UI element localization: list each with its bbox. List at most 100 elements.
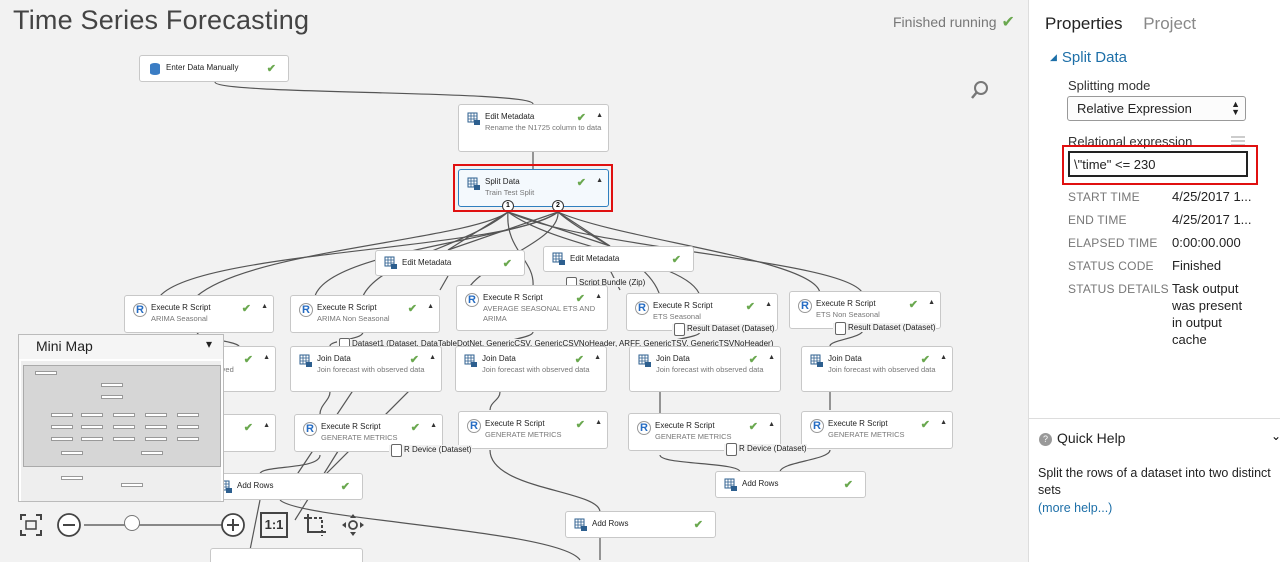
caret-up-icon[interactable]: ▲ bbox=[429, 354, 436, 361]
module-title: Execute R Script bbox=[816, 299, 876, 308]
module-partial[interactable] bbox=[210, 548, 363, 562]
caret-up-icon[interactable]: ▲ bbox=[768, 421, 775, 428]
check-icon: ✔ bbox=[575, 419, 585, 431]
caret-up-icon[interactable]: ▲ bbox=[594, 354, 601, 361]
r-logo-icon: R bbox=[299, 303, 313, 317]
caret-up-icon[interactable]: ▲ bbox=[595, 293, 602, 300]
check-icon: ✔ bbox=[241, 303, 251, 315]
actual-size-button[interactable]: 1:1 bbox=[260, 512, 288, 538]
module-r-average[interactable]: R Execute R Script AVERAGE SEASONAL ETS … bbox=[456, 285, 608, 331]
module-add-rows[interactable]: Add Rows ✔ bbox=[210, 473, 363, 500]
check-icon: ✔ bbox=[843, 479, 853, 491]
collapse-triangle-icon[interactable]: ◢ bbox=[1050, 52, 1057, 62]
module-r-arima-non-seasonal[interactable]: R Execute R Script ARIMA Non Seasonal ✔ … bbox=[290, 295, 440, 333]
module-edit-metadata[interactable]: Edit Metadata Rename the N1725 column to… bbox=[458, 104, 609, 152]
module-edit-metadata[interactable]: Edit Metadata ✔ bbox=[543, 246, 694, 272]
check-icon: ✔ bbox=[920, 354, 930, 366]
caret-up-icon[interactable]: ▲ bbox=[430, 422, 437, 429]
port-label: Result Dataset (Dataset) bbox=[672, 323, 775, 336]
caret-up-icon[interactable]: ▲ bbox=[940, 419, 947, 426]
module-join-data[interactable]: Join Data Join forecast with observed da… bbox=[290, 346, 442, 392]
start-time-value: 4/25/2017 1... bbox=[1172, 189, 1252, 204]
module-join-data[interactable]: Join Data Join forecast with observed da… bbox=[455, 346, 607, 392]
caret-up-icon[interactable]: ▲ bbox=[768, 354, 775, 361]
module-r-generate-metrics[interactable]: R Execute R Script GENERATE METRICS ✔ ▲ bbox=[458, 411, 608, 449]
caret-up-icon[interactable]: ▲ bbox=[928, 299, 935, 306]
pan-icon[interactable] bbox=[340, 512, 366, 538]
zoom-out-icon[interactable] bbox=[56, 512, 82, 538]
crop-select-icon[interactable] bbox=[302, 512, 328, 538]
r-logo-icon: R bbox=[637, 421, 651, 435]
end-time-label: END TIME bbox=[1068, 213, 1127, 227]
zoom-slider-track[interactable] bbox=[84, 524, 224, 526]
module-description: Join forecast with observed data bbox=[317, 365, 425, 374]
panel-tabs: Properties Project bbox=[1045, 14, 1212, 34]
caret-up-icon[interactable]: ▲ bbox=[940, 354, 947, 361]
mini-map-node bbox=[113, 425, 135, 429]
check-icon: ✔ bbox=[574, 354, 584, 366]
zoom-toolbar: 1:1 bbox=[18, 512, 378, 540]
mini-map-header[interactable]: Mini Map ▾ bbox=[19, 335, 223, 359]
check-icon: ✔ bbox=[908, 299, 918, 311]
table-icon bbox=[467, 112, 480, 125]
caret-up-icon[interactable]: ▲ bbox=[596, 112, 603, 119]
fit-to-screen-icon[interactable] bbox=[18, 512, 44, 538]
module-title: Execute R Script bbox=[828, 419, 888, 428]
module-r-arima-seasonal[interactable]: R Execute R Script ARIMA Seasonal ✔ ▲ bbox=[124, 295, 274, 333]
caret-up-icon[interactable]: ▲ bbox=[595, 419, 602, 426]
table-icon bbox=[552, 252, 565, 265]
quick-help-header[interactable]: ? Quick Help bbox=[1039, 430, 1125, 446]
module-title: Join Data bbox=[317, 354, 351, 363]
caret-up-icon[interactable]: ▲ bbox=[261, 303, 268, 310]
module-join-data[interactable]: Join Data Join forecast with observed da… bbox=[801, 346, 953, 392]
module-add-rows[interactable]: Add Rows ✔ bbox=[715, 471, 866, 498]
mini-map[interactable]: Mini Map ▾ bbox=[18, 334, 224, 502]
caret-up-icon[interactable]: ▲ bbox=[427, 303, 434, 310]
module-title: Enter Data Manually bbox=[166, 63, 239, 72]
quick-help: ? Quick Help ⌄ Split the rows of a datase… bbox=[1029, 418, 1280, 562]
chevron-down-icon[interactable]: ▾ bbox=[206, 337, 212, 351]
module-join-data[interactable]: Join Data Join forecast with observed da… bbox=[629, 346, 781, 392]
mini-map-node bbox=[81, 413, 103, 417]
module-description: Join forecast with observed data bbox=[656, 365, 764, 374]
module-description: AVERAGE SEASONAL ETS AND ARIMA bbox=[483, 304, 596, 323]
search-icon[interactable] bbox=[970, 80, 990, 100]
module-title: Join Data bbox=[656, 354, 690, 363]
check-icon: ✔ bbox=[266, 63, 276, 75]
r-logo-icon: R bbox=[465, 293, 479, 307]
r-logo-icon: R bbox=[467, 419, 481, 433]
run-status: Finished running ✔ bbox=[893, 12, 1015, 32]
experiment-canvas[interactable]: Time Series Forecasting Finished running… bbox=[0, 0, 1028, 562]
splitting-mode-select[interactable]: Relative Expression ▲ ▼ bbox=[1067, 96, 1246, 121]
zoom-slider-thumb[interactable] bbox=[124, 515, 140, 531]
caret-up-icon[interactable]: ▲ bbox=[263, 422, 270, 429]
tab-properties[interactable]: Properties bbox=[1045, 14, 1122, 33]
more-help-link[interactable]: (more help...) bbox=[1038, 501, 1112, 515]
module-edit-metadata[interactable]: Edit Metadata ✔ bbox=[375, 250, 525, 276]
module-description: GENERATE METRICS bbox=[485, 430, 562, 439]
module-description: ARIMA Seasonal bbox=[151, 314, 208, 323]
r-logo-icon: R bbox=[303, 422, 317, 436]
caret-up-icon[interactable]: ▲ bbox=[765, 301, 772, 308]
module-title: Add Rows bbox=[237, 481, 274, 490]
tab-project[interactable]: Project bbox=[1143, 14, 1196, 33]
caret-up-icon[interactable]: ▲ bbox=[263, 354, 270, 361]
run-status-text: Finished running bbox=[893, 14, 997, 30]
module-description: ETS Seasonal bbox=[653, 312, 701, 321]
check-icon: ✔ bbox=[920, 419, 930, 431]
module-section-title: Split Data bbox=[1061, 49, 1127, 66]
module-title: Execute R Script bbox=[151, 303, 211, 312]
chevron-down-icon[interactable]: ⌄ bbox=[1271, 429, 1280, 443]
experiment-title: Time Series Forecasting bbox=[13, 5, 310, 35]
module-r-generate-metrics[interactable]: R Execute R Script GENERATE METRICS ✔ ▲ bbox=[801, 411, 953, 449]
module-add-rows[interactable]: Add Rows ✔ bbox=[565, 511, 716, 538]
check-icon: ✔ bbox=[575, 293, 585, 305]
zoom-in-icon[interactable] bbox=[220, 512, 246, 538]
mini-map-view[interactable] bbox=[21, 361, 221, 501]
module-enter-data[interactable]: Enter Data Manually ✔ bbox=[139, 55, 289, 82]
mini-map-node bbox=[51, 413, 73, 417]
module-section[interactable]: ◢ Split Data bbox=[1050, 49, 1127, 66]
status-details-label: STATUS DETAILS bbox=[1068, 282, 1169, 296]
splitting-mode-value: Relative Expression bbox=[1077, 101, 1192, 116]
r-logo-icon: R bbox=[133, 303, 147, 317]
